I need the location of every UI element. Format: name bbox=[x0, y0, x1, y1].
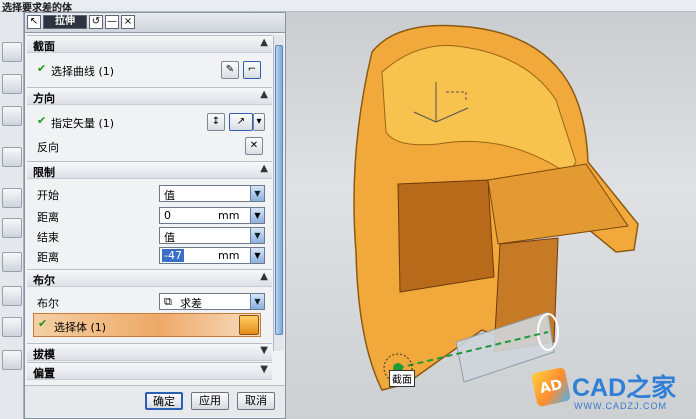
system-scenes-icon[interactable] bbox=[2, 350, 22, 370]
logo-text: CAD之家 bbox=[572, 374, 677, 402]
boolean-row: 布尔 ⧉ 求差 ▼ bbox=[27, 291, 272, 313]
select-curve-row[interactable]: ✔ 选择曲线 (1) ✎ ⌐ bbox=[27, 59, 272, 81]
chevron-down-icon[interactable]: ▼ bbox=[250, 208, 264, 223]
reverse-row[interactable]: 反向 ✕ bbox=[27, 135, 272, 157]
end-row: 结束 值 ▼ bbox=[27, 225, 272, 247]
unit-label: mm bbox=[218, 249, 240, 262]
solid-body-icon[interactable] bbox=[239, 315, 259, 335]
unit-label: mm bbox=[218, 209, 240, 222]
section-header-boolean[interactable]: 布尔 ▲ bbox=[27, 269, 272, 287]
subtract-icon: ⧉ bbox=[164, 295, 172, 308]
boolean-label: 布尔 bbox=[33, 274, 55, 287]
start-option-value: 值 bbox=[164, 189, 175, 202]
inferred-vector-icon[interactable]: ↗ bbox=[229, 113, 253, 131]
chevron-down-icon[interactable]: ▼ bbox=[250, 186, 264, 201]
specify-vector-label: 指定矢量 (1) bbox=[51, 117, 115, 130]
bool-label: 布尔 bbox=[37, 297, 59, 310]
boolean-value: 求差 bbox=[180, 297, 202, 310]
model-render bbox=[353, 24, 639, 391]
dialog-button-bar: 确定 应用 取消 bbox=[25, 385, 285, 418]
start-option-select[interactable]: 值 ▼ bbox=[159, 185, 265, 202]
select-body-row[interactable]: ✔ 选择体 (1) bbox=[33, 313, 261, 337]
dialog-header: ↖ 拉伸 ↺ — × bbox=[25, 13, 285, 33]
end-option-select[interactable]: 值 ▼ bbox=[159, 227, 265, 244]
section-header-direction[interactable]: 方向 ▲ bbox=[27, 87, 272, 105]
checkmark-icon: ✔ bbox=[37, 114, 47, 127]
distance-label: 距离 bbox=[37, 211, 59, 224]
reset-icon[interactable]: ↺ bbox=[89, 15, 103, 29]
end-option-value: 值 bbox=[164, 231, 175, 244]
cancel-button[interactable]: 取消 bbox=[237, 392, 275, 410]
limits-label: 限制 bbox=[33, 166, 55, 179]
inner-wall-left bbox=[397, 179, 495, 293]
start-distance-value: 0 bbox=[164, 209, 171, 222]
apply-button[interactable]: 应用 bbox=[191, 392, 229, 410]
start-distance-row: 距离 0 mm ▼ bbox=[27, 205, 272, 227]
pin-icon[interactable]: ↖ bbox=[27, 15, 41, 29]
chevron-down-icon[interactable]: ▼ bbox=[260, 345, 268, 356]
web-browser-icon[interactable] bbox=[2, 147, 22, 167]
end-distance-value: -47 bbox=[162, 249, 184, 262]
close-button[interactable]: × bbox=[121, 15, 135, 29]
end-label: 结束 bbox=[37, 231, 59, 244]
section-header-limits[interactable]: 限制 ▲ bbox=[27, 161, 272, 179]
assembly-navigator-icon[interactable] bbox=[2, 42, 22, 62]
section-label: 截面 bbox=[33, 40, 55, 53]
vector-dialog-icon[interactable]: ↕ bbox=[207, 113, 225, 131]
chevron-up-icon[interactable]: ▲ bbox=[260, 89, 268, 100]
offset-label: 偏置 bbox=[33, 367, 55, 380]
curve-icon[interactable]: ⌐ bbox=[243, 61, 261, 79]
chevron-up-icon[interactable]: ▲ bbox=[260, 37, 268, 48]
end-distance-row: 距离 -47 mm ▼ bbox=[27, 245, 272, 267]
start-label: 开始 bbox=[37, 189, 59, 202]
section-header-section[interactable]: 截面 ▲ bbox=[27, 35, 272, 53]
constraint-navigator-icon[interactable] bbox=[2, 74, 22, 94]
ok-button[interactable]: 确定 bbox=[145, 392, 183, 410]
logo-badge: AD bbox=[530, 366, 572, 408]
boolean-select[interactable]: ⧉ 求差 ▼ bbox=[159, 293, 265, 310]
sketch-section-icon[interactable]: ✎ bbox=[221, 61, 239, 79]
select-body-label: 选择体 (1) bbox=[54, 321, 107, 334]
section-header-offset[interactable]: 偏置 ▼ bbox=[27, 362, 272, 380]
resource-bar bbox=[0, 12, 24, 419]
chevron-down-icon[interactable]: ▼ bbox=[250, 228, 264, 243]
logo-url: WWW.CADZJ.COM bbox=[574, 401, 667, 411]
dialog-title: 拉伸 bbox=[43, 15, 87, 29]
system-materials-icon[interactable] bbox=[2, 252, 22, 272]
start-row: 开始 值 ▼ bbox=[27, 183, 272, 205]
process-studio-icon[interactable] bbox=[2, 286, 22, 306]
specify-vector-row[interactable]: ✔ 指定矢量 (1) ↕ ↗ ▾ bbox=[27, 111, 272, 133]
direction-label: 方向 bbox=[33, 92, 55, 105]
reverse-label: 反向 bbox=[37, 141, 59, 154]
chevron-down-icon[interactable]: ▾ bbox=[253, 113, 265, 131]
reverse-direction-icon[interactable]: ✕ bbox=[245, 137, 263, 155]
select-curve-label: 选择曲线 (1) bbox=[51, 65, 115, 78]
scroll-thumb[interactable] bbox=[275, 45, 283, 335]
chevron-up-icon[interactable]: ▲ bbox=[260, 163, 268, 174]
distance-label: 距离 bbox=[37, 251, 59, 264]
minimize-button[interactable]: — bbox=[105, 15, 119, 29]
chevron-down-icon[interactable]: ▼ bbox=[250, 248, 264, 263]
reuse-library-icon[interactable] bbox=[2, 218, 22, 238]
graphics-viewport[interactable]: 截面 bbox=[286, 12, 696, 419]
part-navigator-icon[interactable] bbox=[2, 106, 22, 126]
start-distance-input[interactable]: 0 mm ▼ bbox=[159, 207, 265, 224]
chevron-down-icon[interactable]: ▼ bbox=[250, 294, 264, 309]
dialog-scrollbar[interactable] bbox=[273, 35, 284, 351]
section-callout: 截面 bbox=[389, 370, 415, 387]
roles-icon[interactable] bbox=[2, 317, 22, 337]
chevron-up-icon[interactable]: ▲ bbox=[260, 271, 268, 282]
title-bar: 选择要求差的体 bbox=[0, 0, 696, 14]
checkmark-icon: ✔ bbox=[37, 62, 47, 75]
end-distance-input[interactable]: -47 mm ▼ bbox=[159, 247, 265, 264]
watermark-logo: AD CAD之家 WWW.CADZJ.COM bbox=[530, 364, 696, 419]
checkmark-icon: ✔ bbox=[38, 317, 48, 330]
history-icon[interactable] bbox=[2, 188, 22, 208]
extrude-dialog: ↖ 拉伸 ↺ — × 截面 ▲ ✔ 选择曲线 (1) ✎ ⌐ 方向 ▲ ✔ 指定… bbox=[24, 12, 286, 419]
chevron-down-icon[interactable]: ▼ bbox=[260, 364, 268, 375]
section-header-draft[interactable]: 拔模 ▼ bbox=[27, 343, 272, 361]
draft-label: 拔模 bbox=[33, 348, 55, 361]
